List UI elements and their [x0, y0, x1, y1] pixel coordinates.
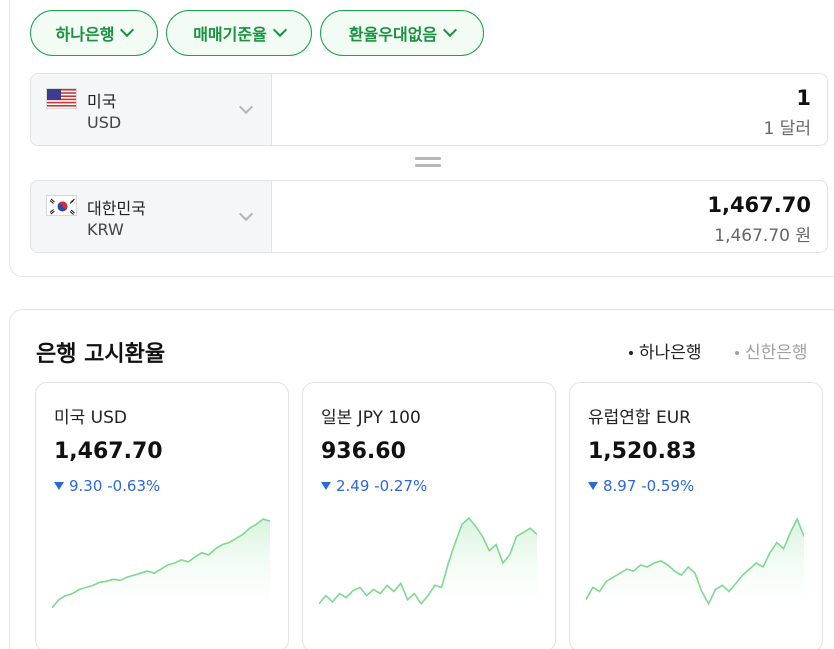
bullet-icon: [735, 351, 739, 355]
bullet-icon: [629, 351, 633, 355]
down-arrow-icon: [321, 482, 331, 490]
tab-label: 신한은행: [745, 343, 808, 363]
preference-filter-chip[interactable]: 환율우대없음: [320, 10, 484, 56]
to-currency-code: KRW: [87, 220, 124, 239]
rate-card-change: 8.97 -0.59%: [588, 477, 694, 495]
trend-sparkline: [586, 517, 804, 620]
to-country-name: 대한민국: [87, 199, 146, 218]
tab-hana-bank[interactable]: 하나은행: [629, 338, 702, 363]
to-amount-input[interactable]: 1,467.70: [707, 193, 811, 217]
from-currency-select[interactable]: 미국 USD: [31, 74, 272, 145]
rate-card-change: 2.49 -0.27%: [321, 477, 427, 495]
change-percent: -0.27%: [374, 477, 428, 495]
to-currency-select[interactable]: 대한민국 KRW: [31, 181, 272, 252]
chevron-down-icon: [443, 22, 458, 38]
rate-card-title: 일본 JPY 100: [321, 408, 421, 428]
trend-sparkline: [52, 518, 270, 620]
rate-card-jpy[interactable]: 일본 JPY 100 936.60 2.49 -0.27%: [302, 382, 556, 649]
chevron-down-icon: [238, 206, 254, 222]
change-percent: -0.63%: [107, 477, 161, 495]
equals-icon: [415, 157, 441, 169]
tab-label: 하나은행: [639, 343, 702, 363]
from-amount-text: 1 달러: [763, 119, 812, 139]
preference-filter-label: 환율우대없음: [348, 25, 438, 44]
from-currency-code: USD: [87, 113, 122, 132]
down-arrow-icon: [54, 482, 64, 490]
change-amount: 2.49: [336, 477, 370, 495]
us-flag-icon: [46, 88, 77, 109]
rate-type-filter-chip[interactable]: 매매기준율: [166, 10, 312, 56]
change-amount: 9.30: [69, 477, 103, 495]
to-amount-text: 1,467.70 원: [714, 226, 811, 246]
kr-flag-icon: [46, 195, 77, 216]
rate-card-title: 미국 USD: [54, 408, 128, 428]
trend-sparkline: [319, 516, 537, 620]
down-arrow-icon: [588, 482, 598, 490]
rate-card-value: 1,520.83: [588, 439, 697, 464]
rate-card-eur[interactable]: 유럽연합 EUR 1,520.83 8.97 -0.59%: [569, 382, 823, 649]
chevron-down-icon: [238, 99, 254, 115]
rate-card-change: 9.30 -0.63%: [54, 477, 160, 495]
rate-card-title: 유럽연합 EUR: [588, 408, 691, 428]
rate-card-usd[interactable]: 미국 USD 1,467.70 9.30 -0.63%: [35, 382, 289, 649]
sparkline-area: [319, 518, 537, 620]
chevron-down-icon: [272, 22, 287, 38]
chevron-down-icon: [120, 22, 135, 38]
from-country-name: 미국: [87, 92, 117, 111]
bank-filter-label: 하나은행: [55, 25, 115, 44]
bank-filter-chip[interactable]: 하나은행: [30, 10, 158, 56]
rate-type-filter-label: 매매기준율: [193, 25, 267, 44]
rate-card-value: 1,467.70: [54, 439, 163, 464]
change-percent: -0.59%: [641, 477, 695, 495]
section-title: 은행 고시환율: [36, 342, 166, 367]
rate-card-value: 936.60: [321, 439, 406, 464]
from-currency-row: 미국 USD 1 1 달러: [30, 73, 828, 146]
to-currency-row: 대한민국 KRW 1,467.70 1,467.70 원: [30, 180, 828, 253]
tab-shinhan-bank[interactable]: 신한은행: [735, 338, 808, 363]
sparkline-area: [586, 519, 804, 620]
change-amount: 8.97: [603, 477, 637, 495]
from-amount-input[interactable]: 1: [796, 86, 811, 110]
